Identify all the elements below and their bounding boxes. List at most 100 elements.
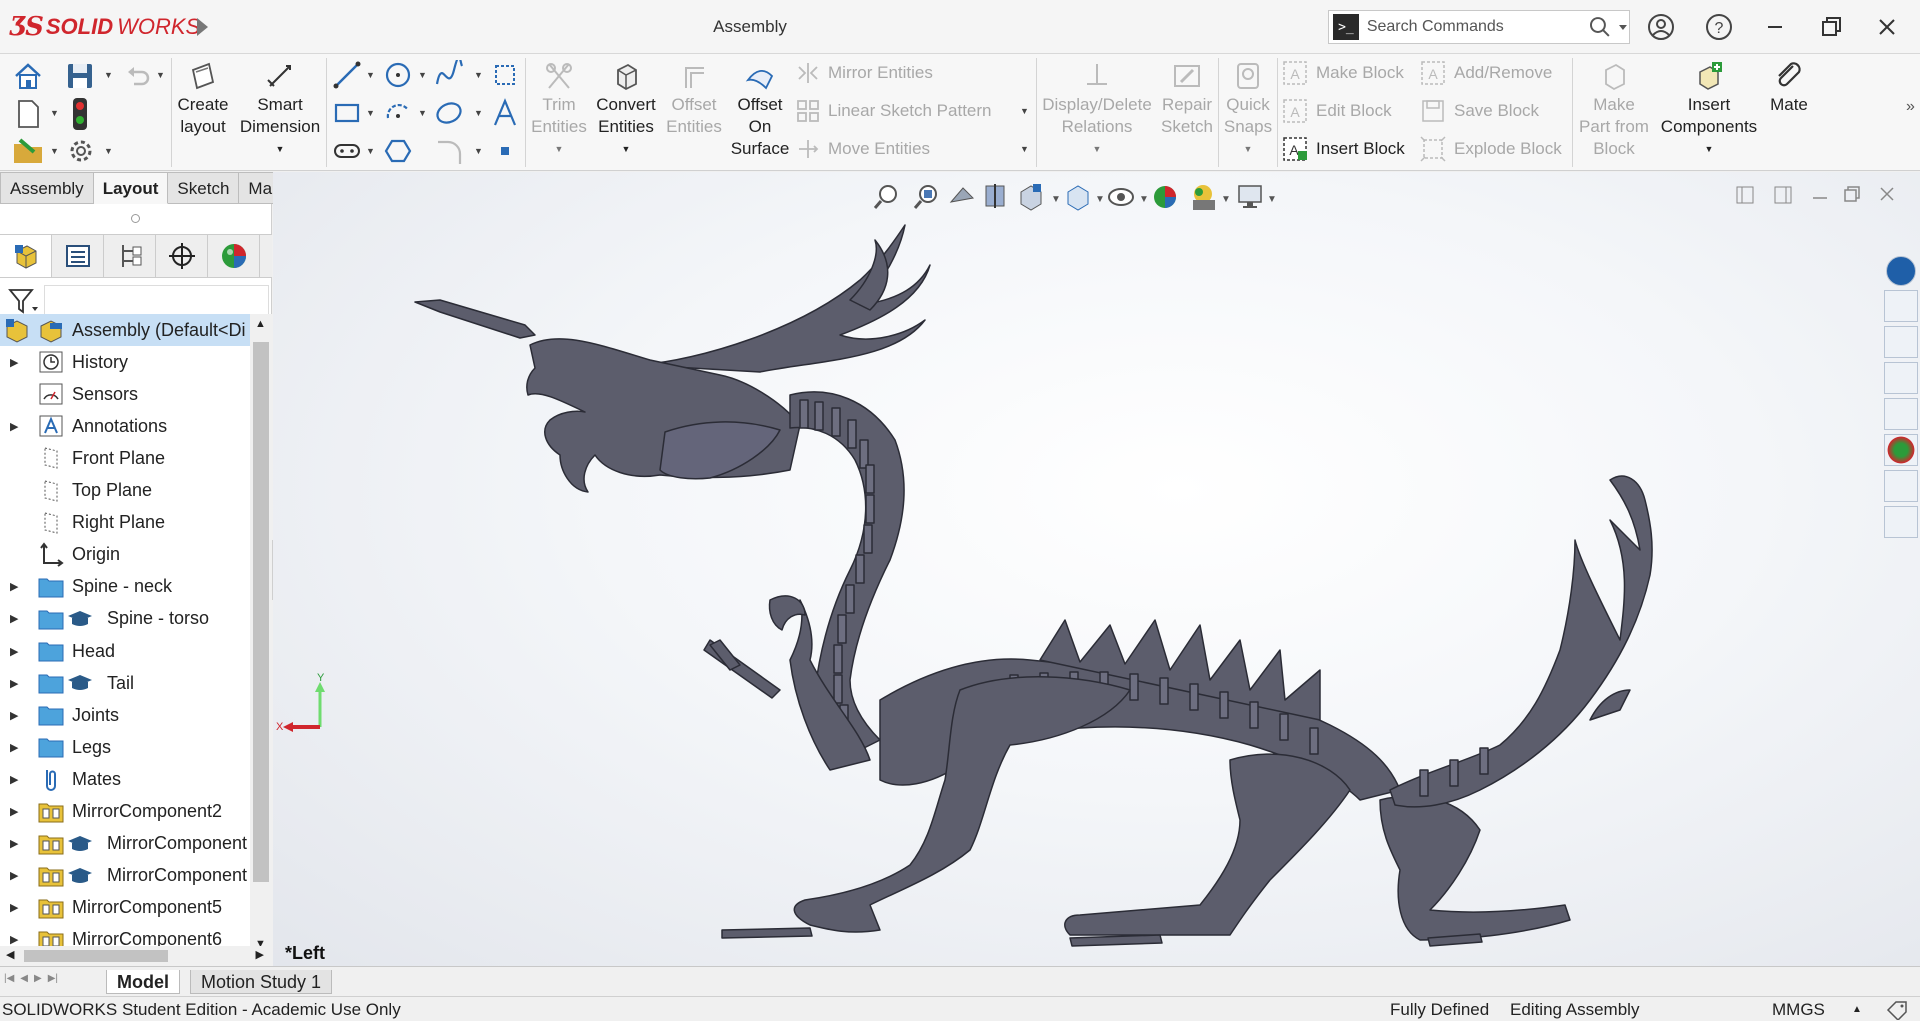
line-icon[interactable] [332, 60, 362, 90]
tree-item[interactable]: ▶ Tail [0, 667, 252, 699]
filter-icon[interactable] [8, 287, 38, 315]
arc-dropdown-icon[interactable]: ▼ [418, 108, 427, 118]
close-window-icon[interactable] [1872, 12, 1902, 42]
search-dropdown-icon[interactable] [1617, 21, 1629, 33]
explode-block-button[interactable]: Explode Block [1420, 134, 1562, 164]
help-icon[interactable]: ? [1704, 12, 1734, 42]
expand-arrow-icon[interactable]: ▶ [10, 677, 18, 690]
displaymanager-tab[interactable] [208, 235, 260, 277]
file-explorer-icon[interactable] [1884, 362, 1918, 394]
expand-arrow-icon[interactable]: ▶ [10, 805, 18, 818]
scroll-right-icon[interactable]: ▶ [256, 948, 264, 961]
units-selector[interactable]: MMGS [1772, 997, 1825, 1021]
tree-item[interactable]: ▶ Head [0, 635, 252, 667]
solidworks-resources-icon[interactable] [1886, 256, 1916, 286]
insert-components-button[interactable]: Insert Components ▼ [1656, 60, 1762, 160]
solidworks-logo[interactable]: ƷS SOLID WORKS [10, 10, 200, 44]
tree-item[interactable]: Top Plane [0, 475, 252, 507]
dimxpert-tab[interactable] [156, 235, 208, 277]
tree-horizontal-scrollbar[interactable]: ◀ ▶ [0, 946, 272, 966]
scroll-up-icon[interactable]: ▲ [255, 318, 266, 330]
tree-item[interactable]: ▶ Spine - neck [0, 571, 252, 603]
tab-model[interactable]: Model [106, 970, 180, 994]
fillet-icon[interactable] [434, 136, 464, 166]
display-delete-relations-button[interactable]: Display/Delete Relations ▼ [1040, 60, 1154, 160]
spline-dropdown-icon[interactable]: ▼ [474, 70, 483, 80]
open-file-icon[interactable] [12, 136, 46, 166]
custom-properties-icon[interactable] [1884, 470, 1918, 502]
smart-dimension-button[interactable]: Smart Dimension ▼ [234, 60, 326, 160]
search-commands-box[interactable]: >_ [1328, 10, 1630, 44]
rebuild-icon[interactable] [66, 96, 94, 132]
rectangle-dropdown-icon[interactable]: ▼ [366, 108, 375, 118]
circle-icon[interactable] [383, 60, 413, 90]
tree-item[interactable]: ▶ MirrorComponent5 [0, 892, 252, 924]
polygon-icon[interactable] [383, 136, 413, 166]
save-dropdown-icon[interactable]: ▼ [104, 70, 113, 80]
featuremanager-tab[interactable] [0, 235, 52, 277]
expand-arrow-icon[interactable]: ▶ [10, 580, 18, 593]
ellipse-icon[interactable] [434, 98, 464, 128]
expand-arrow-icon[interactable]: ▶ [10, 709, 18, 722]
tab-sketch[interactable]: Sketch [168, 172, 240, 204]
tree-item[interactable]: Sensors [0, 378, 252, 410]
next-tab-icon[interactable]: ▶ [34, 973, 42, 984]
add-remove-button[interactable]: A Add/Remove [1420, 58, 1552, 88]
propertymanager-tab[interactable] [52, 235, 104, 277]
dragon-assembly-model[interactable] [273, 172, 1920, 966]
convert-entities-button[interactable]: Convert Entities ▼ [592, 60, 660, 160]
relations-dropdown-icon[interactable]: ▼ [1040, 138, 1154, 160]
linear-pattern-dropdown-icon[interactable]: ▼ [1020, 106, 1029, 116]
make-part-from-block-button[interactable]: Make Part from Block [1576, 60, 1652, 160]
home-taskpane-icon[interactable] [1884, 290, 1918, 322]
smart-dimension-dropdown-icon[interactable]: ▼ [234, 138, 326, 160]
create-layout-button[interactable]: Create layout [176, 60, 230, 138]
quick-snaps-dropdown-icon[interactable]: ▼ [1220, 138, 1276, 160]
search-icon[interactable] [1589, 16, 1611, 38]
expand-arrow-icon[interactable]: ▶ [10, 420, 18, 433]
text-icon[interactable] [490, 98, 520, 128]
mirror-entities-button[interactable]: Mirror Entities [796, 58, 933, 88]
linear-sketch-pattern-button[interactable]: Linear Sketch Pattern [796, 96, 991, 126]
rectangle-icon[interactable] [332, 98, 362, 128]
expand-arrow-icon[interactable]: ▶ [10, 933, 18, 946]
tree-item[interactable]: ▶ MirrorComponent [0, 860, 252, 892]
tree-item[interactable]: ▶ Legs [0, 731, 252, 763]
tree-item[interactable]: Assembly (Default<Di [0, 314, 252, 346]
tree-item[interactable]: Origin [0, 539, 252, 571]
tree-item[interactable]: ▶ Joints [0, 699, 252, 731]
point-icon[interactable] [496, 142, 514, 160]
insert-block-button[interactable]: A Insert Block [1282, 134, 1405, 164]
first-tab-icon[interactable]: |◀ [4, 973, 14, 984]
user-account-icon[interactable] [1646, 12, 1676, 42]
scroll-left-icon[interactable]: ◀ [6, 948, 14, 961]
tree-scroll-thumb[interactable] [253, 342, 269, 882]
slot-dropdown-icon[interactable]: ▼ [366, 146, 375, 156]
quick-snaps-button[interactable]: Quick Snaps ▼ [1220, 60, 1276, 160]
appearances-icon[interactable] [1884, 434, 1918, 466]
minimize-window-icon[interactable] [1760, 12, 1790, 42]
slot-icon[interactable] [332, 136, 362, 166]
offset-entities-button[interactable]: Offset Entities [664, 60, 724, 138]
view-palette-icon[interactable] [1884, 398, 1918, 430]
tree-vertical-scrollbar[interactable]: ▲ ▼ [250, 314, 272, 954]
expand-arrow-icon[interactable]: ▶ [10, 645, 18, 658]
circle-dropdown-icon[interactable]: ▼ [418, 70, 427, 80]
status-tags-icon[interactable] [1886, 1000, 1912, 1020]
tab-motion-study[interactable]: Motion Study 1 [190, 970, 333, 994]
tree-item[interactable]: ▶ Annotations [0, 410, 252, 442]
search-input[interactable] [1366, 18, 1586, 36]
tree-item[interactable]: Right Plane [0, 507, 252, 539]
trim-entities-button[interactable]: Trim Entities ▼ [530, 60, 588, 160]
tab-assembly[interactable]: Assembly [0, 172, 94, 204]
edit-block-button[interactable]: A Edit Block [1282, 96, 1392, 126]
new-document-icon[interactable] [14, 98, 42, 130]
new-dropdown-icon[interactable]: ▼ [50, 108, 59, 118]
undo-icon[interactable] [124, 62, 152, 90]
spline-icon[interactable] [434, 60, 464, 90]
fillet-dropdown-icon[interactable]: ▼ [474, 146, 483, 156]
forum-icon[interactable] [1884, 506, 1918, 538]
ribbon-overflow-icon[interactable]: » [1906, 98, 1915, 116]
move-dropdown-icon[interactable]: ▼ [1020, 144, 1029, 154]
configurationmanager-tab[interactable] [104, 235, 156, 277]
